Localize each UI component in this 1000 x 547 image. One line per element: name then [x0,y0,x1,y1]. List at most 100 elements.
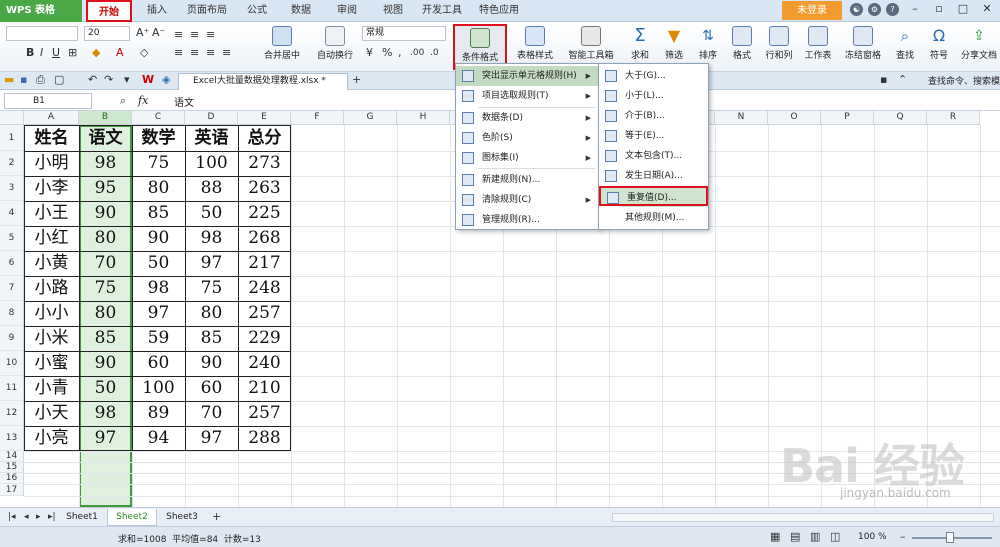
collapse-ribbon-icon[interactable]: ⌃ [898,73,907,87]
column-header-n[interactable]: N [715,111,768,125]
print-icon[interactable]: ⎙ [36,73,45,87]
row-header-5[interactable]: 5 [0,226,24,251]
cond-menu-item-7[interactable]: 管理规则(R)... [456,210,599,230]
underline-icon[interactable]: U [52,46,60,60]
customize-dropdown-icon[interactable]: ▾ [124,73,130,87]
column-header-c[interactable]: C [132,111,185,125]
horizontal-scrollbar[interactable] [612,513,994,522]
duplicate-values-item[interactable]: 重复值(D)... [599,186,708,206]
font-shrink-icon[interactable]: A⁻ [152,26,165,40]
row-header-3[interactable]: 3 [0,176,24,201]
row-header-8[interactable]: 8 [0,301,24,326]
row-header-7[interactable]: 7 [0,276,24,301]
tab-data[interactable]: 数据 [284,0,318,22]
help-icon[interactable]: ? [886,3,899,16]
zoom-lens-icon[interactable]: ⌕ [120,94,126,108]
row-header-2[interactable]: 2 [0,151,24,176]
maximize-icon[interactable]: □ [954,2,972,18]
fx-icon[interactable]: fx [138,94,148,107]
column-header-r[interactable]: R [927,111,980,125]
next-sheet-icon[interactable]: ▸ [36,510,41,524]
align-right-icon[interactable]: ≡ [206,46,215,60]
row-header-17[interactable]: 17 [0,484,24,496]
save-icon[interactable]: ▪ [20,73,27,87]
add-sheet-icon[interactable]: + [212,510,221,524]
number-format-select[interactable]: 常规 [362,26,446,41]
name-box[interactable]: B1 [4,93,92,109]
currency-icon[interactable]: ¥ [366,46,373,60]
cond-menu-item-1[interactable]: 项目选取规则(T) ▶ [456,86,599,106]
column-header-h[interactable]: H [397,111,450,125]
align-bottom-icon[interactable]: ≡ [206,28,215,42]
toolbar-toggle-icon[interactable]: ▪ [880,73,887,87]
highlight-rule-item-4[interactable]: 文本包含(T)... [599,146,708,166]
highlight-rule-item-3[interactable]: 等于(E)... [599,126,708,146]
fill-color-icon[interactable]: ◆ [92,46,100,60]
formula-input[interactable]: 语文 [174,94,194,109]
page-break-view-icon[interactable]: ▥ [810,530,820,544]
zoom-slider-thumb[interactable] [946,532,954,543]
sheet-tab-2[interactable]: Sheet2 [107,509,157,526]
symbol-button[interactable]: Ω 符号 [922,24,956,70]
border-icon[interactable]: ⊞ [68,46,77,60]
last-sheet-icon[interactable]: ▸| [48,510,56,524]
zoom-level[interactable]: 100 % [858,532,887,542]
column-header-e[interactable]: E [238,111,291,125]
font-color-icon[interactable]: A [116,46,124,60]
justify-icon[interactable]: ≡ [222,46,231,60]
increase-decimal-icon[interactable]: .00 [410,46,424,60]
row-header-12[interactable]: 12 [0,401,24,426]
row-header-10[interactable]: 10 [0,351,24,376]
column-header-o[interactable]: O [768,111,821,125]
page-layout-view-icon[interactable]: ▤ [790,530,800,544]
undo-icon[interactable]: ↶ [88,73,97,87]
align-center-icon[interactable]: ≡ [190,46,199,60]
column-header-a[interactable]: A [24,111,79,125]
wrap-text-button[interactable]: 自动换行 [310,24,360,70]
align-middle-icon[interactable]: ≡ [190,28,199,42]
font-grow-icon[interactable]: A⁺ [136,26,149,40]
sheet-tab-1[interactable]: Sheet1 [57,509,107,526]
select-all-corner[interactable] [0,111,24,125]
zoom-out-icon[interactable]: – [900,530,906,544]
row-header-9[interactable]: 9 [0,326,24,351]
open-folder-icon[interactable]: ▬ [4,73,14,87]
decrease-decimal-icon[interactable]: .0 [430,46,439,60]
format-button[interactable]: 格式 [726,24,758,70]
highlight-rule-item-5[interactable]: 发生日期(A)... [599,166,708,186]
clear-format-icon[interactable]: ◇ [140,46,148,60]
worksheet-button[interactable]: 工作表 [800,24,836,70]
new-tab-icon[interactable]: + [352,73,361,87]
row-header-15[interactable]: 15 [0,462,24,473]
percent-icon[interactable]: % [382,46,392,60]
italic-icon[interactable]: I [40,46,43,60]
skin-icon[interactable]: ☯ [850,3,863,16]
search-command-input[interactable]: 查找命令、搜索模 [928,74,1000,87]
column-header-p[interactable]: P [821,111,874,125]
tab-insert[interactable]: 插入 [140,0,174,22]
highlight-rule-item-0[interactable]: 大于(G)... [599,66,708,86]
restore-icon[interactable]: ▫ [930,2,948,18]
wps-logo-icon[interactable]: W [142,73,154,87]
cloud-icon[interactable]: ◈ [162,73,170,87]
highlight-rule-item-7[interactable]: 其他规则(M)... [599,208,708,228]
tab-formula[interactable]: 公式 [240,0,274,22]
column-header-f[interactable]: F [291,111,344,125]
align-top-icon[interactable]: ≡ [174,28,183,42]
freeze-panes-button[interactable]: 冻结窗格 [840,24,886,70]
highlight-rule-item-1[interactable]: 小于(L)... [599,86,708,106]
row-header-6[interactable]: 6 [0,251,24,276]
column-header-q[interactable]: Q [874,111,927,125]
column-header-b[interactable]: B [79,111,132,125]
row-header-1[interactable]: 1 [0,125,24,151]
prev-sheet-icon[interactable]: ◂ [24,510,29,524]
row-header-16[interactable]: 16 [0,473,24,484]
reading-mode-icon[interactable]: ◫ [830,530,840,544]
document-tab[interactable]: Excel大批量数据处理教程.xlsx * [178,73,348,90]
redo-icon[interactable]: ↷ [104,73,113,87]
preview-icon[interactable]: ▢ [54,73,64,87]
column-header-d[interactable]: D [185,111,238,125]
tab-special[interactable]: 特色应用 [472,0,526,22]
sheet-tab-3[interactable]: Sheet3 [157,509,207,526]
row-header-13[interactable]: 13 [0,426,24,451]
